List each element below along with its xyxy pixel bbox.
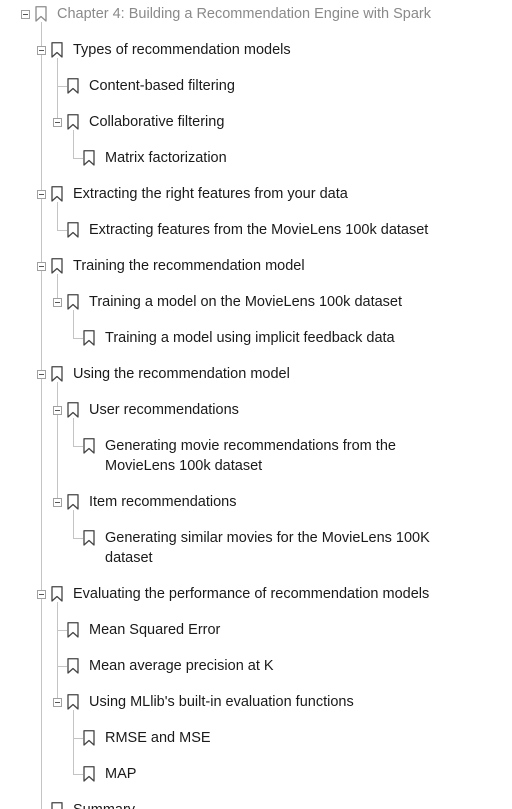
bookmark-icon [67,114,79,130]
bookmark-icon [83,730,95,746]
bookmark-icon [83,438,95,454]
bookmark-icon [51,586,63,602]
tree-connector-line [57,58,58,122]
bookmark-icon [83,150,95,166]
bookmark-icon [83,766,95,782]
tree-connector-line [73,130,74,158]
tree-connector-line [73,158,83,159]
bookmark-icon [51,366,63,382]
collapse-toggle-icon[interactable] [37,262,46,271]
bookmark-label-line: Generating similar movies for the MovieL… [105,530,430,546]
tree-connector-line [57,630,67,631]
collapse-toggle-icon[interactable] [21,10,30,19]
bookmark-label[interactable]: Extracting features from the MovieLens 1… [89,220,428,240]
tree-connector-line [57,666,67,667]
bookmark-label-line: MovieLens 100k dataset [105,458,263,474]
tree-connector-line [73,510,74,538]
bookmark-icon [67,402,79,418]
bookmark-label[interactable]: Using the recommendation model [73,364,290,384]
collapse-toggle-icon[interactable] [37,370,46,379]
tree-connector-line [73,418,74,446]
bookmark-label[interactable]: Summary [73,800,135,809]
bookmark-label[interactable]: Using MLlib's built-in evaluation functi… [89,692,354,712]
bookmark-icon [83,330,95,346]
collapse-toggle-icon[interactable] [53,406,62,415]
collapse-toggle-icon[interactable] [37,590,46,599]
bookmark-label[interactable]: Evaluating the performance of recommenda… [73,584,429,604]
bookmark-label[interactable]: Extracting the right features from your … [73,184,348,204]
tree-connector-line [73,446,83,447]
tree-connector-line [73,710,74,774]
bookmark-icon [51,802,63,809]
collapse-toggle-icon[interactable] [53,698,62,707]
tree-connector-line [57,602,58,702]
bookmark-label[interactable]: User recommendations [89,400,239,420]
bookmark-icon [51,186,63,202]
bookmark-icon [67,78,79,94]
tree-connector-line [57,202,58,230]
bookmark-label[interactable]: Content-based filtering [89,76,235,96]
bookmark-label[interactable]: Training a model using implicit feedback… [105,328,395,348]
bookmark-label[interactable]: Training a model on the MovieLens 100k d… [89,292,402,312]
bookmark-icon [67,494,79,510]
bookmark-icon [51,42,63,58]
bookmark-label[interactable]: MAP [105,764,136,784]
tree-connector-line [73,774,83,775]
tree-connector-line [73,538,83,539]
tree-connector-line [41,22,42,809]
bookmark-label[interactable]: Item recommendations [89,492,236,512]
collapse-toggle-icon[interactable] [53,118,62,127]
collapse-toggle-icon[interactable] [37,190,46,199]
bookmark-label[interactable]: Training the recommendation model [73,256,305,276]
bookmark-label[interactable]: Matrix factorization [105,148,227,168]
tree-connector-line [57,382,58,502]
bookmark-icon [67,294,79,310]
bookmark-label[interactable]: Mean Squared Error [89,620,220,640]
bookmark-label-line: Generating movie recommendations from th… [105,438,396,454]
collapse-toggle-icon[interactable] [53,498,62,507]
collapse-toggle-icon[interactable] [53,298,62,307]
collapse-toggle-icon[interactable] [37,46,46,55]
bookmark-label[interactable]: Generating movie recommendations from th… [105,436,396,476]
bookmark-icon [67,658,79,674]
bookmarks-tree: Chapter 4: Building a Recommendation Eng… [0,0,512,809]
tree-connector-line [73,338,83,339]
bookmark-label[interactable]: Collaborative filtering [89,112,224,132]
bookmark-label-line: dataset [105,550,153,566]
tree-connector-line [73,738,83,739]
bookmark-icon [51,258,63,274]
bookmark-icon [67,622,79,638]
bookmark-label[interactable]: Chapter 4: Building a Recommendation Eng… [57,4,431,24]
bookmark-label[interactable]: RMSE and MSE [105,728,211,748]
bookmark-label[interactable]: Mean average precision at K [89,656,274,676]
tree-connector-line [73,310,74,338]
tree-connector-line [57,230,67,231]
tree-connector-line [57,86,67,87]
bookmark-icon [67,694,79,710]
bookmark-icon [67,222,79,238]
bookmark-icon [83,530,95,546]
bookmark-label[interactable]: Generating similar movies for the MovieL… [105,528,430,568]
bookmark-label[interactable]: Types of recommendation models [73,40,291,60]
bookmark-icon [35,6,47,22]
